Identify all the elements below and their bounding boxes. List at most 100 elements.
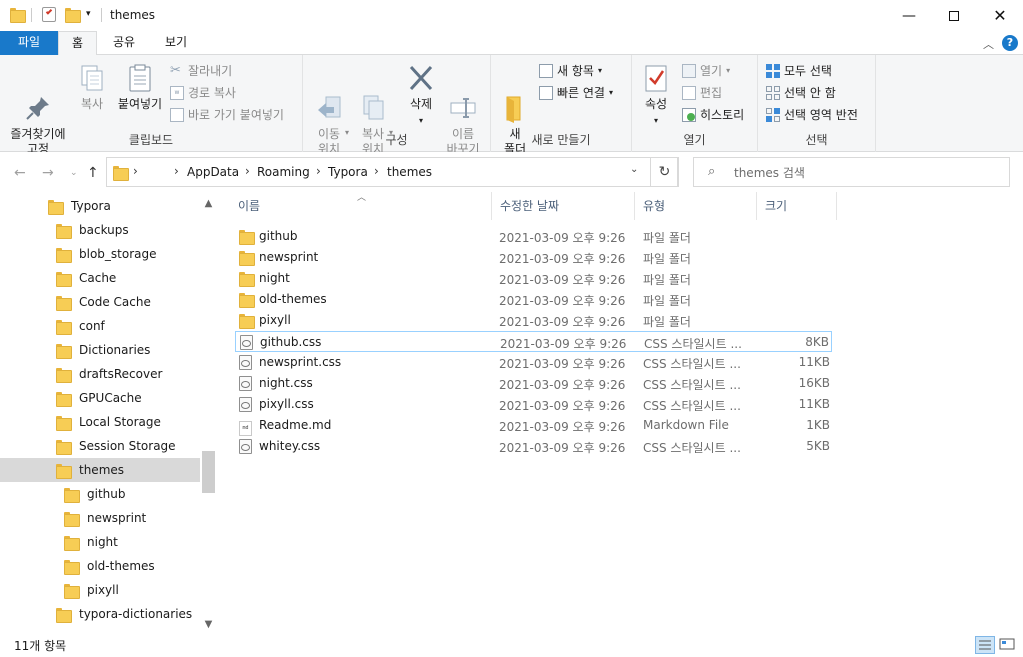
forward-arrow-icon[interactable]: → bbox=[42, 165, 54, 181]
nav-tree-item[interactable]: Local Storage bbox=[56, 410, 161, 434]
folder-icon bbox=[10, 7, 26, 23]
nav-tree-item[interactable]: GPUCache bbox=[56, 386, 142, 410]
scroll-down-icon[interactable]: ▼ bbox=[200, 619, 217, 630]
file-row[interactable]: whitey.css 2021-03-09 오후 9:26 CSS 스타일시트 ..… bbox=[235, 436, 832, 457]
back-arrow-icon[interactable]: ← bbox=[14, 165, 26, 181]
invert-selection-button[interactable]: 선택 영역 반전 bbox=[766, 106, 858, 123]
paste-shortcut-button[interactable]: 바로 가기 붙여넣기 bbox=[170, 106, 284, 123]
clipboard-group: 즐겨찾기에 고정 복사 붙여넣기 ✂ 잘라내기 w 경로 복사 바로 가기 붙여… bbox=[0, 55, 303, 156]
edit-button[interactable]: 편집 bbox=[682, 84, 722, 101]
tab-share[interactable]: 공유 bbox=[103, 31, 145, 55]
recent-locations-icon[interactable]: ⌄ bbox=[70, 168, 78, 178]
folder-icon bbox=[56, 415, 72, 431]
breadcrumb-typora[interactable]: Typora bbox=[328, 165, 368, 179]
file-size: 8KB bbox=[805, 335, 829, 349]
file-row[interactable]: old-themes 2021-03-09 오후 9:26 파일 폴더 bbox=[235, 289, 832, 310]
nav-tree-item[interactable]: pixyll bbox=[64, 578, 119, 602]
properties-icon[interactable] bbox=[42, 7, 56, 22]
file-list: 이름 ︿ 수정한 날짜 유형 크기 github 2021-03-09 오후 9:… bbox=[230, 192, 1023, 632]
file-row[interactable]: pixyll 2021-03-09 오후 9:26 파일 폴더 bbox=[235, 310, 832, 331]
copy-path-button[interactable]: w 경로 복사 bbox=[170, 84, 236, 101]
folder-icon bbox=[64, 487, 80, 503]
customize-toolbar-icon[interactable]: ▾ bbox=[86, 9, 91, 19]
file-row[interactable]: newsprint.css 2021-03-09 오후 9:26 CSS 스타일시트… bbox=[235, 352, 832, 373]
folder-icon bbox=[56, 439, 72, 455]
collapse-ribbon-icon[interactable]: ︿ bbox=[983, 36, 994, 52]
column-header-size[interactable]: 크기 bbox=[757, 192, 837, 220]
scroll-thumb[interactable] bbox=[202, 451, 215, 493]
file-row[interactable]: github.css 2021-03-09 오후 9:26 CSS 스타일시트 ..… bbox=[235, 331, 832, 352]
file-row[interactable]: newsprint 2021-03-09 오후 9:26 파일 폴더 bbox=[235, 247, 832, 268]
folder-icon bbox=[239, 229, 253, 246]
copy-button[interactable]: 복사 bbox=[74, 63, 110, 112]
tab-home[interactable]: 홈 bbox=[58, 31, 97, 56]
select-all-button[interactable]: 모두 선택 bbox=[766, 62, 832, 79]
file-row[interactable]: md Readme.md 2021-03-09 오후 9:26 Markdown Fi… bbox=[235, 415, 832, 436]
file-date: 2021-03-09 오후 9:26 bbox=[499, 273, 626, 287]
history-icon bbox=[682, 107, 696, 122]
scroll-up-icon[interactable]: ▲ bbox=[200, 198, 217, 209]
file-date: 2021-03-09 오후 9:26 bbox=[499, 420, 626, 434]
history-label: 히스토리 bbox=[700, 108, 745, 122]
nav-tree-item[interactable]: Code Cache bbox=[56, 290, 151, 314]
search-input[interactable] bbox=[734, 164, 994, 182]
nav-tree-item[interactable]: themes bbox=[0, 458, 200, 482]
open-button[interactable]: 열기 ▾ bbox=[682, 62, 730, 79]
breadcrumb-themes[interactable]: themes bbox=[387, 165, 432, 179]
delete-button[interactable]: 삭제 ▾ bbox=[401, 63, 441, 128]
column-header-type[interactable]: 유형 bbox=[635, 192, 757, 220]
folder-icon bbox=[56, 271, 72, 287]
nav-tree-item[interactable]: github bbox=[64, 482, 125, 506]
select-group: 모두 선택 선택 안 함 선택 영역 반전 선택 bbox=[758, 55, 876, 152]
cut-button[interactable]: ✂ 잘라내기 bbox=[170, 62, 232, 79]
refresh-icon[interactable]: ↻ bbox=[650, 157, 679, 187]
column-header-date[interactable]: 수정한 날짜 bbox=[492, 192, 635, 220]
large-icons-view-icon[interactable] bbox=[998, 636, 1018, 654]
nav-tree-item[interactable]: newsprint bbox=[64, 506, 146, 530]
up-arrow-icon[interactable]: ↑ bbox=[87, 165, 99, 181]
address-dropdown-icon[interactable]: ⌄ bbox=[630, 164, 638, 175]
maximize-button[interactable] bbox=[931, 0, 977, 31]
file-row[interactable]: github 2021-03-09 오후 9:26 파일 폴더 bbox=[235, 226, 832, 247]
file-row[interactable]: pixyll.css 2021-03-09 오후 9:26 CSS 스타일시트 ..… bbox=[235, 394, 832, 415]
properties-button[interactable]: 속성 ▾ bbox=[638, 63, 674, 128]
tab-file[interactable]: 파일 bbox=[0, 31, 58, 55]
minimize-button[interactable]: — bbox=[886, 0, 932, 31]
help-icon[interactable]: ? bbox=[1002, 35, 1018, 51]
breadcrumb-appdata[interactable]: AppData bbox=[187, 165, 239, 179]
file-row[interactable]: night.css 2021-03-09 오후 9:26 CSS 스타일시트 ...… bbox=[235, 373, 832, 394]
select-none-icon bbox=[766, 85, 780, 100]
new-folder-icon[interactable] bbox=[65, 7, 81, 23]
easy-access-button[interactable]: 빠른 연결 ▾ bbox=[539, 84, 613, 101]
nav-pane-scrollbar[interactable]: ▲ ▼ bbox=[200, 192, 217, 634]
details-view-icon[interactable] bbox=[975, 636, 995, 654]
paste-button[interactable]: 붙여넣기 bbox=[114, 63, 166, 112]
close-button[interactable]: ✕ bbox=[977, 0, 1023, 31]
nav-tree-item[interactable]: Session Storage bbox=[56, 434, 176, 458]
select-none-button[interactable]: 선택 안 함 bbox=[766, 84, 836, 101]
nav-tree-item[interactable]: conf bbox=[56, 314, 105, 338]
nav-tree-item[interactable]: Dictionaries bbox=[56, 338, 150, 362]
breadcrumb-roaming[interactable]: Roaming bbox=[257, 165, 310, 179]
paste-shortcut-icon bbox=[170, 107, 184, 122]
file-date: 2021-03-09 오후 9:26 bbox=[499, 378, 626, 392]
nav-tree-item[interactable]: Cache bbox=[56, 266, 116, 290]
new-item-button[interactable]: 새 항목 ▾ bbox=[539, 62, 602, 79]
file-date: 2021-03-09 오후 9:26 bbox=[499, 399, 626, 413]
tab-view[interactable]: 보기 bbox=[155, 31, 197, 55]
nav-tree-item[interactable]: old-themes bbox=[64, 554, 155, 578]
nav-tree-item[interactable]: night bbox=[64, 530, 118, 554]
file-date: 2021-03-09 오후 9:26 bbox=[499, 294, 626, 308]
nav-tree-item[interactable]: blob_storage bbox=[56, 242, 157, 266]
file-date: 2021-03-09 오후 9:26 bbox=[499, 357, 626, 371]
address-bar[interactable]: › › AppData › Roaming › Typora › themes … bbox=[106, 157, 678, 187]
search-box[interactable]: ⌕ bbox=[693, 157, 1010, 187]
file-row[interactable]: night 2021-03-09 오후 9:26 파일 폴더 bbox=[235, 268, 832, 289]
nav-tree-item[interactable]: typora-dictionaries bbox=[56, 602, 192, 626]
nav-tree-item[interactable]: Typora bbox=[48, 194, 111, 218]
nav-tree-label: github bbox=[87, 487, 126, 501]
history-button[interactable]: 히스토리 bbox=[682, 106, 744, 123]
paste-shortcut-label: 바로 가기 붙여넣기 bbox=[188, 108, 284, 122]
nav-tree-item[interactable]: draftsRecover bbox=[56, 362, 162, 386]
nav-tree-item[interactable]: backups bbox=[56, 218, 129, 242]
